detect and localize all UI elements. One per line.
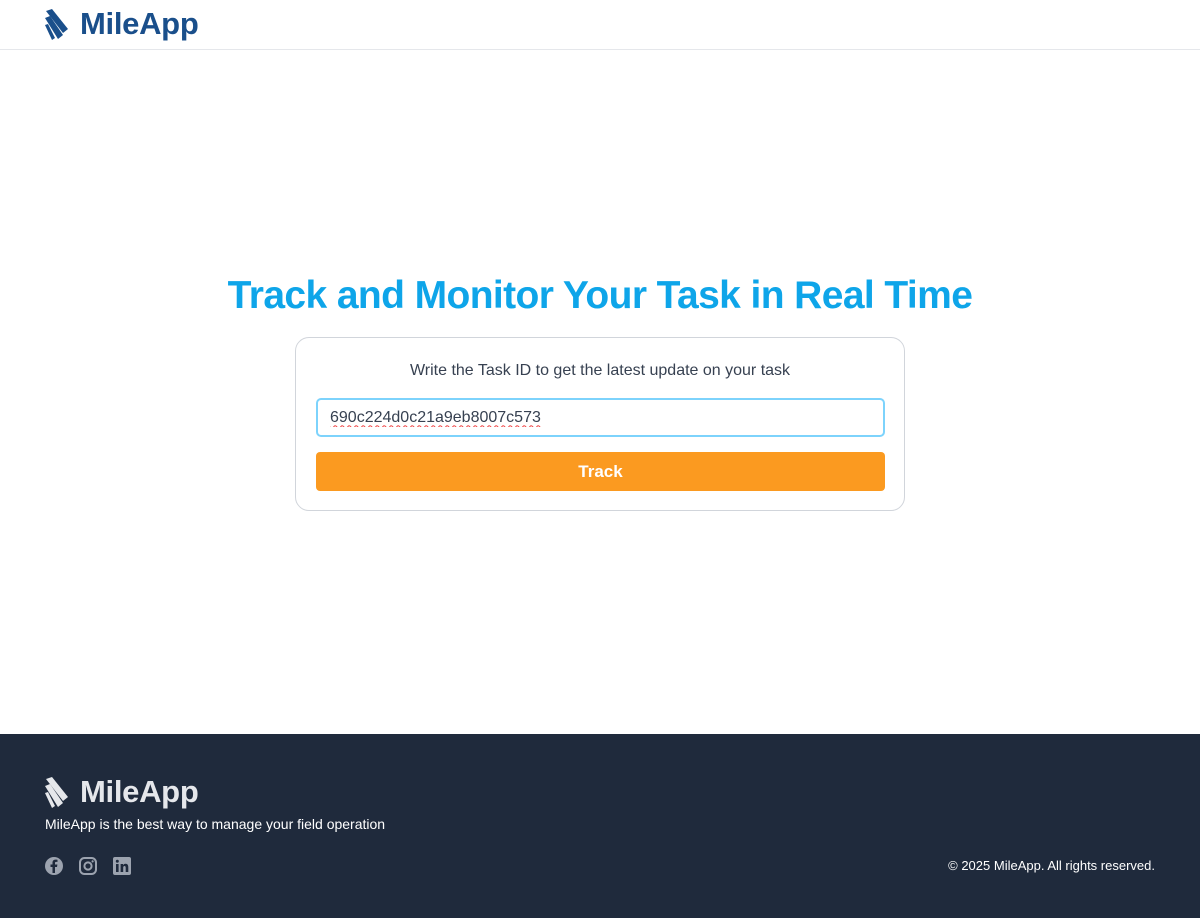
header-logo-text: MileApp — [80, 6, 199, 41]
facebook-icon[interactable] — [44, 856, 64, 876]
mileapp-logo-icon — [45, 777, 68, 808]
track-description: Write the Task ID to get the latest upda… — [409, 362, 791, 379]
header-logo[interactable]: MileApp — [44, 6, 199, 42]
track-card: Write the Task ID to get the latest upda… — [295, 337, 905, 511]
top-header: MileApp — [0, 0, 1200, 50]
linkedin-icon[interactable] — [112, 856, 132, 876]
footer: MileApp MileApp is the best way to manag… — [0, 734, 1200, 918]
task-id-input[interactable] — [316, 398, 885, 437]
footer-logo: MileApp — [44, 774, 199, 810]
mileapp-logo-icon — [45, 9, 68, 40]
instagram-icon[interactable] — [78, 856, 98, 876]
footer-tagline: MileApp is the best way to manage your f… — [45, 816, 386, 832]
copyright-text: © 2025 MileApp. All rights reserved. — [948, 858, 1155, 873]
footer-logo-text: MileApp — [80, 774, 199, 809]
page-title: Track and Monitor Your Task in Real Time — [227, 274, 973, 317]
track-button[interactable]: Track — [316, 452, 885, 491]
social-links — [44, 856, 132, 876]
